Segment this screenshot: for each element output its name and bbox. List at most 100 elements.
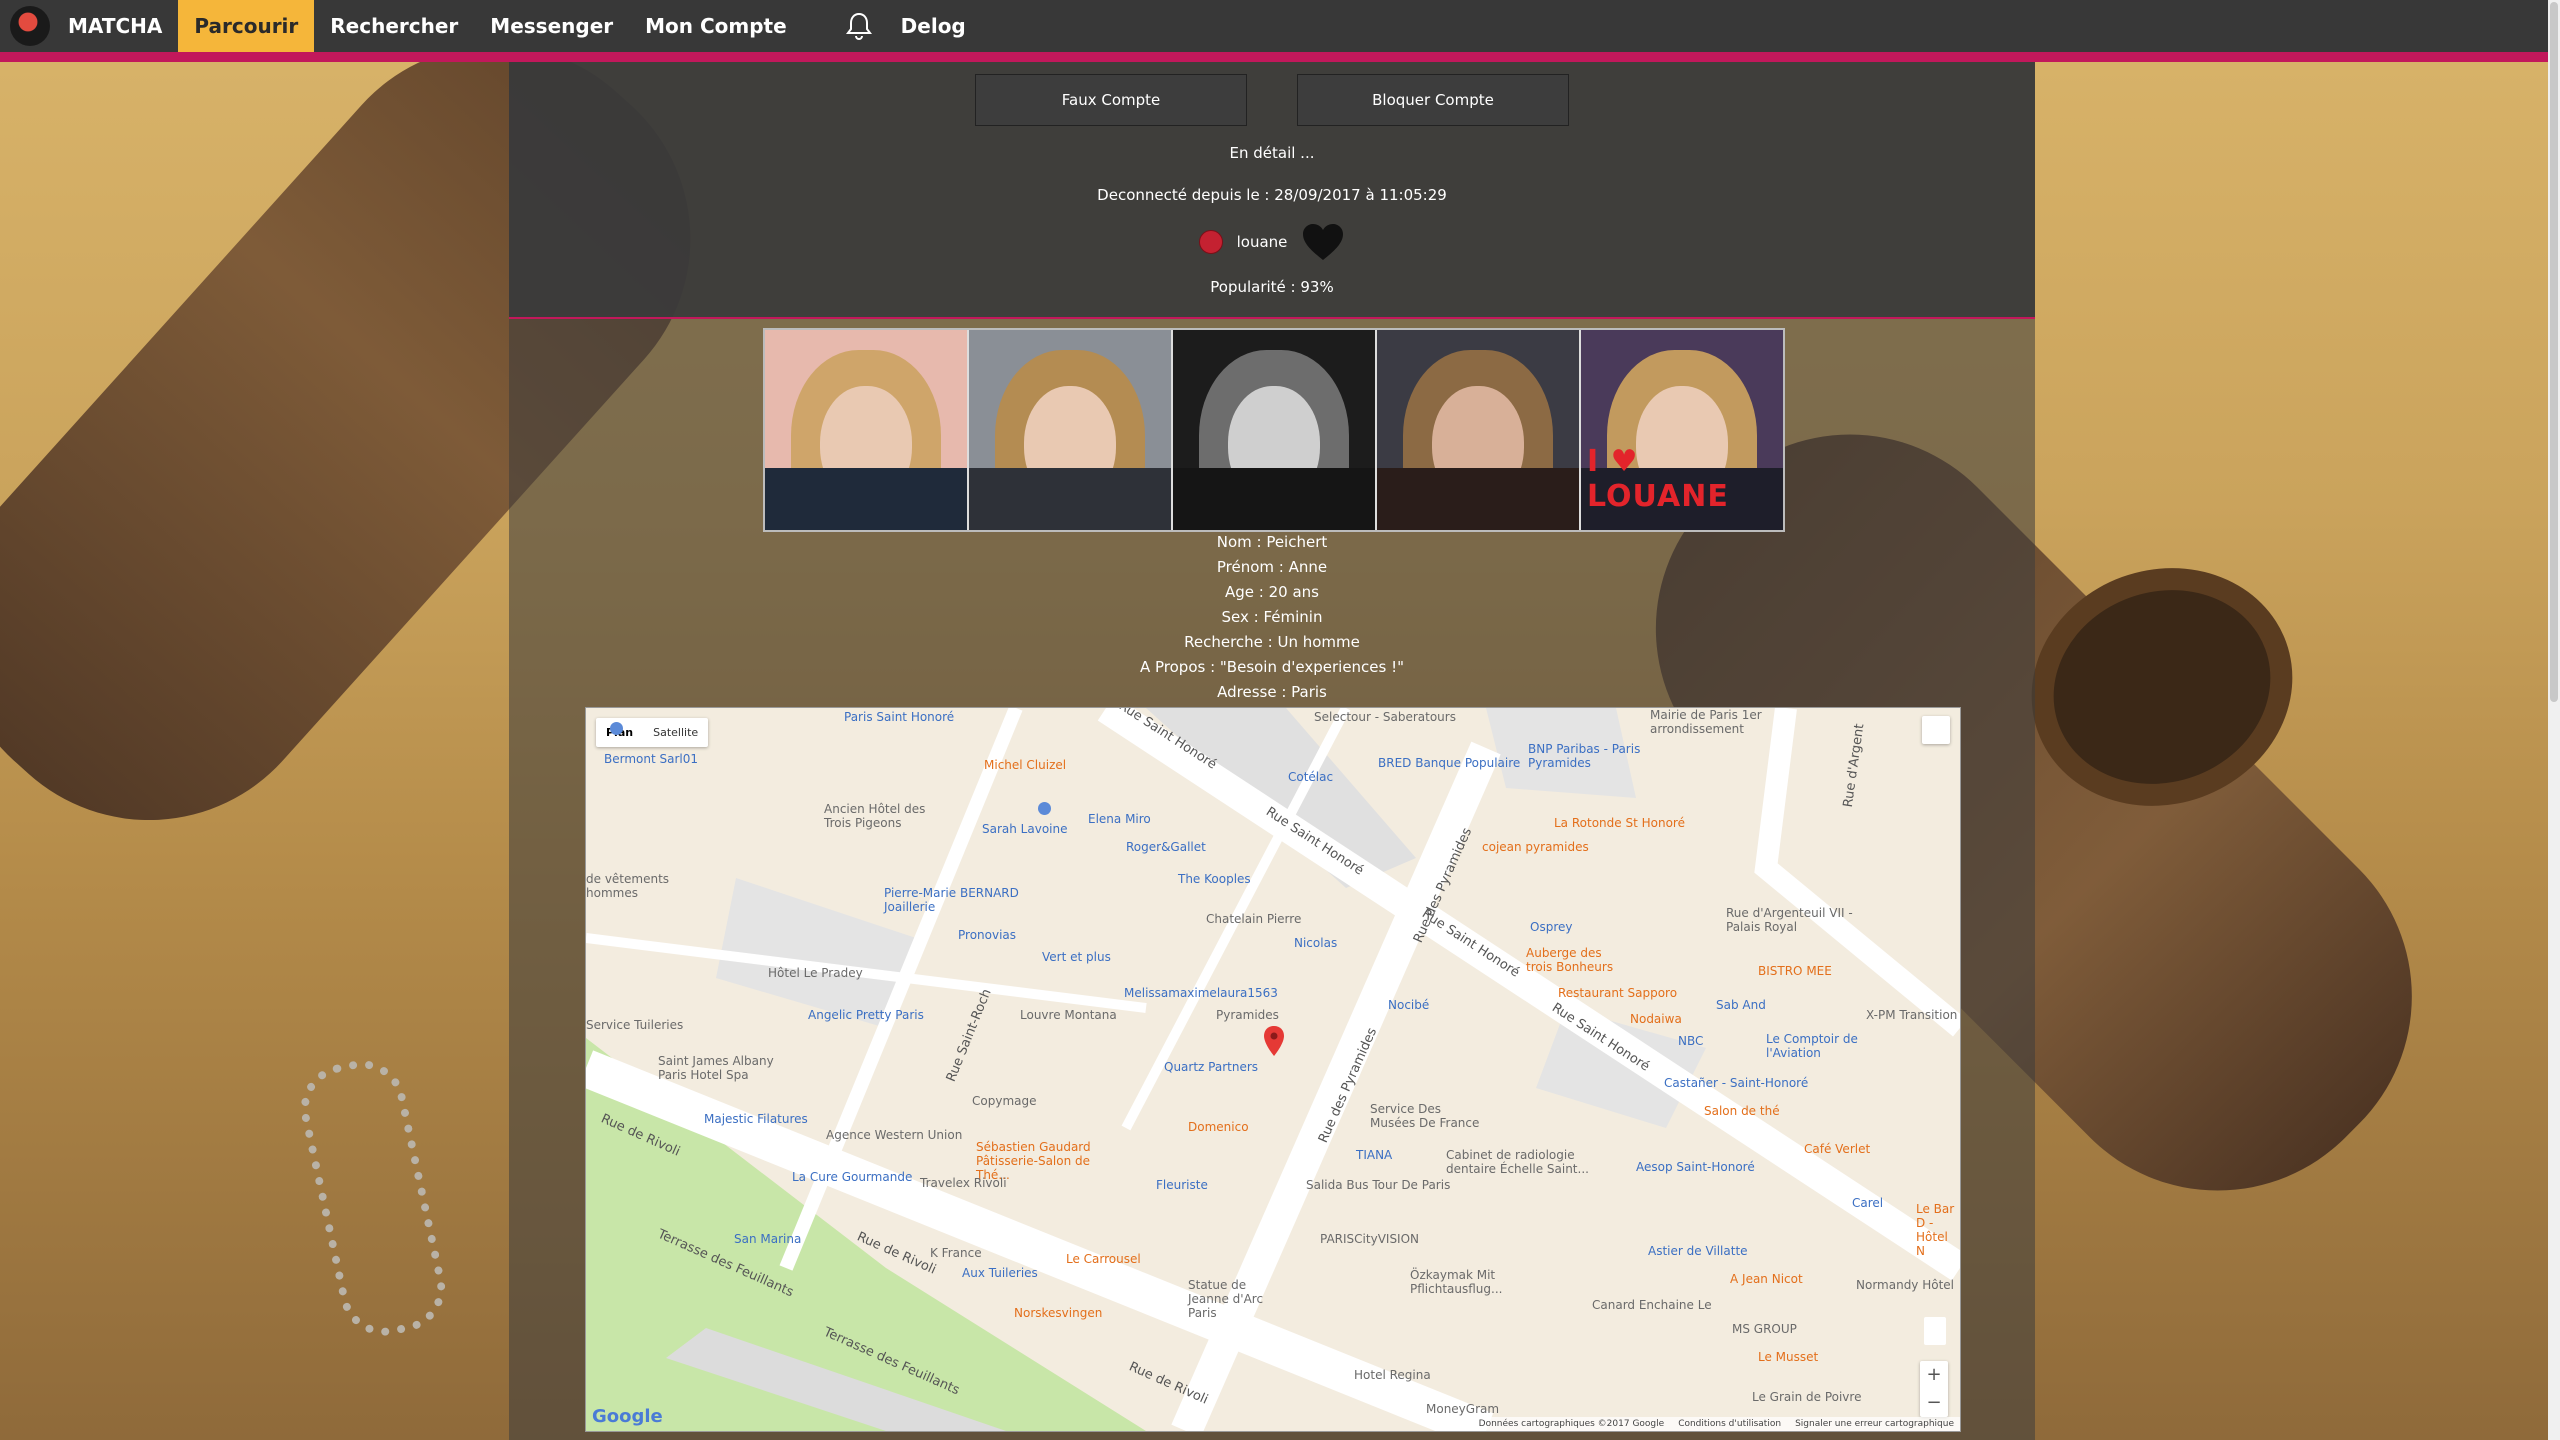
nav-item-rechercher[interactable]: Rechercher (314, 0, 474, 52)
profile-photo-2[interactable] (969, 330, 1171, 530)
page-scrollbar[interactable] (2548, 0, 2560, 1440)
map-place[interactable]: Mairie de Paris 1er arrondissement (1650, 708, 1770, 736)
map-place[interactable]: Astier de Villatte (1648, 1244, 1748, 1258)
map-place[interactable]: Restaurant Sapporo (1558, 986, 1677, 1000)
nav-item-messenger[interactable]: Messenger (474, 0, 629, 52)
map-place[interactable]: Le Musset (1758, 1350, 1818, 1364)
map-place[interactable]: Travelex Rivoli (920, 1176, 1007, 1190)
nav-item-delog[interactable]: Delog (885, 0, 982, 52)
bell-icon[interactable] (843, 10, 875, 42)
map-place[interactable]: La Rotonde St Honoré (1554, 816, 1685, 830)
map-type-satellite[interactable]: Satellite (643, 718, 708, 747)
map-place[interactable]: Le Comptoir de l'Aviation (1766, 1032, 1876, 1060)
map-place[interactable]: A Jean Nicot (1730, 1272, 1803, 1286)
map-place[interactable]: Ancien Hôtel des Trois Pigeons (824, 802, 934, 830)
map-place[interactable]: Copymage (972, 1094, 1036, 1108)
map-place[interactable]: BISTRO MEE (1758, 964, 1832, 978)
zoom-out-button[interactable]: − (1920, 1389, 1948, 1417)
map-place[interactable]: NBC (1678, 1034, 1703, 1048)
map-place[interactable]: Le Bar D - Hôtel N (1916, 1202, 1960, 1258)
map-place[interactable]: Paris Saint Honoré (844, 710, 954, 724)
map-place[interactable]: Domenico (1188, 1120, 1249, 1134)
map-place[interactable]: cojean pyramides (1482, 840, 1589, 854)
map-place[interactable]: Melissamaximelaura1563 (1124, 986, 1278, 1000)
map-place[interactable]: Café Verlet (1804, 1142, 1870, 1156)
map-place[interactable]: Michel Cluizel (984, 758, 1066, 772)
map-place[interactable]: Fleuriste (1156, 1178, 1208, 1192)
map-place[interactable]: Sab And (1716, 998, 1766, 1012)
location-marker-icon[interactable] (1264, 1026, 1284, 1056)
map-place[interactable]: Nodaiwa (1630, 1012, 1682, 1026)
map-place[interactable]: Salon de thé (1704, 1104, 1780, 1118)
like-heart-icon[interactable] (1301, 222, 1345, 262)
map-place[interactable]: Bermont Sarl01 (604, 752, 698, 766)
profile-photo-4[interactable] (1377, 330, 1579, 530)
map-place[interactable]: K France (930, 1246, 982, 1260)
nav-brand[interactable]: MATCHA (68, 0, 178, 52)
map-place[interactable]: Selectour - Saberatours (1314, 710, 1456, 724)
fake-account-button[interactable]: Faux Compte (975, 74, 1247, 126)
map-place[interactable]: Pierre-Marie BERNARD Joaillerie (884, 886, 1024, 914)
map-place[interactable]: Agence Western Union (826, 1128, 962, 1142)
map-place[interactable]: BNP Paribas - Paris Pyramides (1528, 742, 1648, 770)
map-place[interactable]: Hôtel Le Pradey (768, 966, 863, 980)
map-place[interactable]: Cabinet de radiologie dentaire Échelle S… (1446, 1148, 1596, 1176)
map-place[interactable]: BRED Banque Populaire (1378, 756, 1520, 770)
map-place[interactable]: Saint James Albany Paris Hotel Spa (658, 1054, 798, 1082)
map-place[interactable]: Carel (1852, 1196, 1883, 1210)
map-place[interactable]: Osprey (1530, 920, 1572, 934)
google-map[interactable]: Plan Satellite Rue Saint Honoré Rue Sain… (585, 707, 1961, 1432)
map-place[interactable]: Angelic Pretty Paris (808, 1008, 924, 1022)
profile-photo-5[interactable]: I ♥ LOUANE (1581, 330, 1783, 530)
map-report-link[interactable]: Signaler une erreur cartographique (1795, 1419, 1954, 1429)
map-place[interactable]: Elena Miro (1088, 812, 1151, 826)
map-place[interactable]: Normandy Hôtel (1856, 1278, 1954, 1292)
map-place[interactable]: Service Des Musées De France (1370, 1102, 1490, 1130)
map-place[interactable]: Vert et plus (1042, 950, 1111, 964)
map-place[interactable]: Sarah Lavoine (982, 822, 1067, 836)
map-place[interactable]: Le Carrousel (1066, 1252, 1141, 1266)
map-place[interactable]: Norskesvingen (1014, 1306, 1102, 1320)
map-place[interactable]: Majestic Filatures (704, 1112, 808, 1126)
map-place[interactable]: Castañer - Saint-Honoré (1664, 1076, 1808, 1090)
map-place[interactable]: Hotel Regina (1354, 1368, 1431, 1382)
map-place[interactable]: Pyramides (1216, 1008, 1279, 1022)
map-place[interactable]: Nicolas (1294, 936, 1337, 950)
profile-photo-1[interactable] (765, 330, 967, 530)
map-place[interactable]: Rue d'Argenteuil VII - Palais Royal (1726, 906, 1856, 934)
map-place[interactable]: Salida Bus Tour De Paris (1306, 1178, 1450, 1192)
shop-poi-icon[interactable] (1038, 802, 1051, 815)
map-place[interactable]: Service Tuileries (586, 1018, 683, 1032)
map-place[interactable]: MS GROUP (1732, 1322, 1797, 1336)
map-place[interactable]: Pronovias (958, 928, 1016, 942)
map-place[interactable]: San Marina (734, 1232, 801, 1246)
map-place[interactable]: Louvre Montana (1020, 1008, 1117, 1022)
map-place[interactable]: Le Grain de Poivre (1752, 1390, 1861, 1404)
map-place[interactable]: The Kooples (1178, 872, 1251, 886)
profile-photo-3[interactable] (1173, 330, 1375, 530)
map-place[interactable]: TIANA (1356, 1148, 1392, 1162)
map-place[interactable]: PARISCityVISION (1320, 1232, 1419, 1246)
map-terms-link[interactable]: Conditions d'utilisation (1678, 1419, 1781, 1429)
pegman-icon[interactable] (1924, 1317, 1946, 1345)
map-place[interactable]: Özkaymak Mit Pflichtausflug... (1410, 1268, 1520, 1296)
map-place[interactable]: Chatelain Pierre (1206, 912, 1301, 926)
block-account-button[interactable]: Bloquer Compte (1297, 74, 1569, 126)
map-place[interactable]: X-PM Transition (1866, 1008, 1957, 1022)
scrollbar-thumb[interactable] (2550, 2, 2558, 702)
nav-item-parcourir[interactable]: Parcourir (178, 0, 315, 52)
fullscreen-icon[interactable] (1922, 716, 1950, 744)
map-place[interactable]: Aesop Saint-Honoré (1636, 1160, 1755, 1174)
nav-item-mon-compte[interactable]: Mon Compte (629, 0, 803, 52)
map-place[interactable]: Quartz Partners (1164, 1060, 1258, 1074)
map-place[interactable]: Statue de Jeanne d'Arc Paris (1188, 1278, 1288, 1320)
map-place[interactable]: La Cure Gourmande (792, 1170, 912, 1184)
map-place[interactable]: Cotélac (1288, 770, 1333, 784)
zoom-in-button[interactable]: + (1920, 1361, 1948, 1389)
shop-poi-icon[interactable] (610, 722, 623, 735)
map-place[interactable]: Canard Enchaine Le (1592, 1298, 1712, 1312)
map-place[interactable]: Roger&Gallet (1126, 840, 1206, 854)
map-place[interactable]: de vêtements hommes (586, 872, 676, 900)
app-logo[interactable] (10, 6, 50, 46)
map-place[interactable]: Auberge des trois Bonheurs (1526, 946, 1626, 974)
